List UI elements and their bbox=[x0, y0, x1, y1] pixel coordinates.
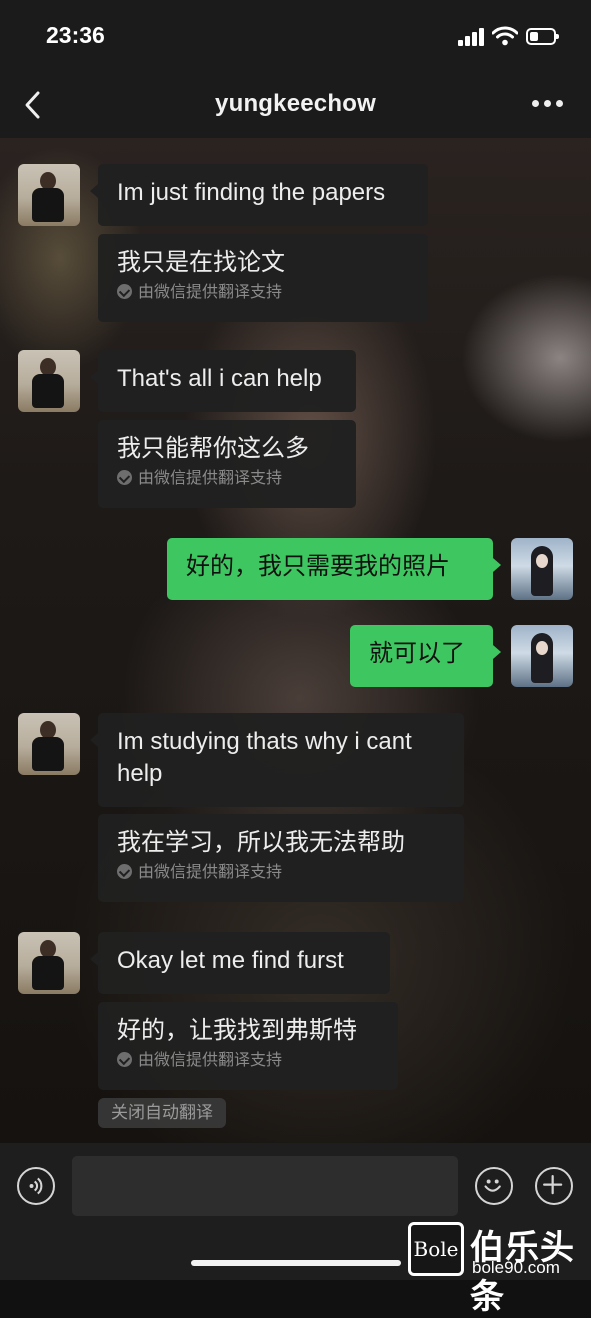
check-icon bbox=[117, 1052, 132, 1067]
chat-area[interactable]: Im just finding the papers 我只是在找论文 由微信提供… bbox=[0, 138, 591, 1143]
watermark-logo: Bole bbox=[408, 1222, 464, 1276]
message-text: That's all i can help bbox=[117, 365, 322, 392]
translation-bubble[interactable]: 好的，让我找到弗斯特 由微信提供翻译支持 bbox=[98, 1002, 398, 1090]
status-time: 23:36 bbox=[46, 22, 105, 48]
message-input[interactable] bbox=[72, 1156, 458, 1216]
check-icon bbox=[117, 470, 132, 485]
watermark-url: bole90.com bbox=[472, 1258, 560, 1277]
message-bubble[interactable]: Im just finding the papers bbox=[90, 164, 428, 226]
watermark: Bole 伯乐头条 bole90.com bbox=[408, 1220, 591, 1316]
translation-credit: 由微信提供翻译支持 bbox=[138, 864, 283, 881]
check-icon bbox=[117, 284, 132, 299]
message-bubble[interactable]: Im studying thats why i cant help bbox=[90, 713, 464, 807]
wifi-icon bbox=[492, 26, 518, 46]
contact-avatar[interactable] bbox=[18, 164, 80, 226]
close-auto-translate-button[interactable]: 关闭自动翻译 bbox=[98, 1098, 226, 1128]
contact-avatar[interactable] bbox=[18, 350, 80, 412]
home-indicator[interactable] bbox=[191, 1260, 401, 1266]
chat-title: yungkeechow bbox=[215, 90, 376, 117]
message-bubble[interactable]: Okay let me find furst bbox=[90, 932, 390, 994]
my-avatar[interactable] bbox=[511, 625, 573, 687]
contact-avatar[interactable] bbox=[18, 713, 80, 775]
add-icon[interactable] bbox=[535, 1167, 573, 1205]
translation-bubble[interactable]: 我在学习，所以我无法帮助 由微信提供翻译支持 bbox=[98, 814, 464, 902]
translation-text: 我只能帮你这么多 bbox=[117, 435, 309, 462]
message-text: 就可以了 bbox=[369, 640, 465, 667]
translation-text: 我在学习，所以我无法帮助 bbox=[117, 829, 405, 856]
status-bar: 23:36 bbox=[0, 0, 591, 72]
my-message-bubble[interactable]: 就可以了 bbox=[350, 625, 501, 687]
contact-avatar[interactable] bbox=[18, 932, 80, 994]
more-options-icon[interactable] bbox=[532, 100, 564, 110]
translation-credit: 由微信提供翻译支持 bbox=[138, 284, 283, 301]
message-text: Im just finding the papers bbox=[117, 179, 386, 206]
nav-bar: yungkeechow bbox=[0, 72, 591, 138]
translation-bubble[interactable]: 我只是在找论文 由微信提供翻译支持 bbox=[98, 234, 428, 322]
translation-credit: 由微信提供翻译支持 bbox=[138, 1052, 283, 1069]
voice-icon[interactable] bbox=[17, 1167, 55, 1205]
check-icon bbox=[117, 864, 132, 879]
translation-bubble[interactable]: 我只能帮你这么多 由微信提供翻译支持 bbox=[98, 420, 356, 508]
message-bubble[interactable]: That's all i can help bbox=[90, 350, 356, 412]
message-text: 好的，我只需要我的照片 bbox=[186, 553, 450, 580]
message-text: Im studying thats why i cant help bbox=[117, 728, 412, 787]
battery-icon bbox=[526, 28, 559, 45]
cellular-signal-icon bbox=[458, 28, 486, 46]
translation-text: 我只是在找论文 bbox=[117, 249, 285, 276]
message-text: Okay let me find furst bbox=[117, 947, 344, 974]
translation-text: 好的，让我找到弗斯特 bbox=[117, 1017, 357, 1044]
my-message-bubble[interactable]: 好的，我只需要我的照片 bbox=[167, 538, 501, 600]
translation-credit: 由微信提供翻译支持 bbox=[138, 470, 283, 487]
my-avatar[interactable] bbox=[511, 538, 573, 600]
emoji-icon[interactable] bbox=[475, 1167, 513, 1205]
